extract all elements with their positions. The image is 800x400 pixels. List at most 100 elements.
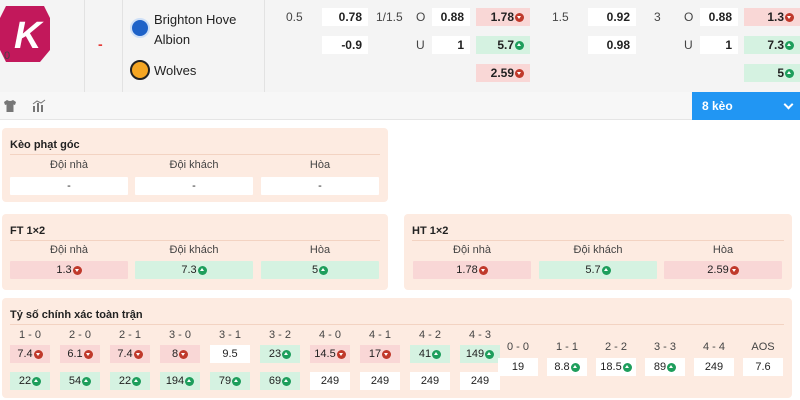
trend-up-icon	[570, 362, 580, 372]
corner-away-odds[interactable]: -	[135, 177, 253, 195]
away-header: Đội khách	[169, 159, 219, 171]
more-markets-button[interactable]: 8 kèo	[692, 92, 800, 120]
home-team-name[interactable]: Brighton Hove	[154, 12, 236, 27]
ou2-line: 3	[654, 10, 661, 24]
column-divider	[84, 0, 85, 92]
away-score-odds[interactable]: 22	[10, 372, 50, 390]
panel-title: HT 1×2	[412, 225, 449, 237]
away-score-odds[interactable]: 69	[260, 372, 300, 390]
ah-away-odds[interactable]: -0.9	[322, 36, 368, 54]
ou-over-odds[interactable]: 0.88	[432, 8, 470, 26]
home-score-odds[interactable]: 7.4	[10, 345, 50, 363]
ou-under-label: U	[416, 38, 425, 52]
home-score-odds[interactable]: 14.5	[310, 345, 350, 363]
draw-score-odds[interactable]: 89	[645, 358, 685, 376]
away-score-odds[interactable]: 79	[210, 372, 250, 390]
trend-up-icon	[232, 376, 242, 386]
ft-home-odds[interactable]: 1.3	[10, 261, 128, 279]
home-header: Đội nhà	[50, 159, 88, 171]
divider	[10, 324, 784, 325]
ah2-away-odds[interactable]: 0.98	[588, 36, 636, 54]
trend-down-icon	[336, 349, 346, 359]
match-row[interactable]: K 0 - Brighton Hove Albion Wolves 0.5 0.…	[0, 0, 800, 92]
score-label: 4 - 0	[318, 329, 341, 341]
home-score-odds[interactable]: 41	[410, 345, 450, 363]
away-team-name[interactable]: Wolves	[154, 63, 196, 78]
score-label: 3 - 0	[168, 329, 191, 341]
trend-up-icon	[485, 349, 495, 359]
x12-away-odds[interactable]: 5.7	[476, 36, 530, 54]
ah-line: 0.5	[286, 10, 303, 24]
divider	[10, 154, 380, 155]
chevron-down-icon	[783, 99, 794, 110]
ft-1x2-panel: FT 1×2 Đội nhà Đội khách Hòa 1.3 7.3 5	[2, 214, 388, 290]
home-score-odds[interactable]: 9.5	[210, 345, 250, 363]
score-label: 3 - 2	[268, 329, 291, 341]
trend-down-icon	[785, 12, 794, 22]
bar-chart-icon[interactable]	[32, 99, 46, 113]
svg-text:K: K	[14, 15, 44, 57]
x12b-draw-odds[interactable]: 5	[744, 64, 800, 82]
home-team-name-line2[interactable]: Albion	[154, 32, 190, 47]
x12-home-odds[interactable]: 1.78	[476, 8, 530, 26]
draw-score-odds[interactable]: 249	[694, 358, 734, 376]
jersey-icon[interactable]	[3, 99, 17, 113]
draw-score-odds[interactable]: 18.5	[596, 358, 636, 376]
match-toolbar	[0, 92, 800, 120]
home-score-odds[interactable]: 17	[360, 345, 400, 363]
score-label: 1 - 1	[555, 341, 578, 353]
panel-title: FT 1×2	[10, 225, 46, 237]
ou2-over-odds[interactable]: 0.88	[700, 8, 738, 26]
divider	[10, 240, 380, 241]
away-score-odds[interactable]: 249	[310, 372, 350, 390]
draw-score-odds[interactable]: 7.6	[743, 358, 783, 376]
more-markets-label: 8 kèo	[702, 99, 733, 113]
away-score-odds[interactable]: 194	[160, 372, 200, 390]
draw-score-odds[interactable]: 8.8	[547, 358, 587, 376]
away-score-odds[interactable]: 54	[60, 372, 100, 390]
ft-away-odds[interactable]: 7.3	[135, 261, 253, 279]
home-score-odds[interactable]: 7.4	[110, 345, 150, 363]
away-header: Đội khách	[573, 244, 623, 256]
draw-score-odds[interactable]: 19	[498, 358, 538, 376]
ht-draw-odds[interactable]: 2.59	[664, 261, 782, 279]
trend-down-icon	[33, 349, 43, 359]
home-header: Đội nhà	[453, 244, 491, 256]
trend-up-icon	[282, 376, 292, 386]
x12-draw-odds[interactable]: 2.59	[476, 64, 530, 82]
score-label: 2 - 1	[118, 329, 141, 341]
away-score-odds[interactable]: 22	[110, 372, 150, 390]
x12b-home-odds[interactable]: 1.3	[744, 8, 800, 26]
trend-down-icon	[382, 349, 392, 359]
ou-under-odds[interactable]: 1	[432, 36, 470, 54]
trend-up-icon	[432, 349, 442, 359]
away-score-odds[interactable]: 249	[460, 372, 500, 390]
draw-header: Hòa	[309, 244, 331, 256]
score-label: 4 - 3	[468, 329, 491, 341]
ou2-under-label: U	[684, 38, 693, 52]
x12b-away-odds[interactable]: 7.3	[744, 36, 800, 54]
ah2-home-odds[interactable]: 0.92	[588, 8, 636, 26]
score-label: 1 - 0	[18, 329, 41, 341]
trend-up-icon	[282, 349, 292, 359]
corner-draw-odds[interactable]: -	[261, 177, 379, 195]
draw-header: Hòa	[309, 159, 331, 171]
trend-up-icon	[785, 68, 794, 78]
ou2-under-odds[interactable]: 1	[700, 36, 738, 54]
ou2-over-label: O	[684, 10, 694, 24]
home-score-odds[interactable]: 23	[260, 345, 300, 363]
away-score-odds[interactable]: 249	[410, 372, 450, 390]
trend-down-icon	[83, 349, 93, 359]
trend-down-icon	[729, 265, 739, 275]
ah-home-odds[interactable]: 0.78	[322, 8, 368, 26]
away-score-odds[interactable]: 249	[360, 372, 400, 390]
home-score-odds[interactable]: 6.1	[60, 345, 100, 363]
trend-up-icon	[197, 265, 207, 275]
ht-away-odds[interactable]: 5.7	[539, 261, 657, 279]
ft-draw-odds[interactable]: 5	[261, 261, 379, 279]
home-score-odds[interactable]: 8	[160, 345, 200, 363]
home-score-odds[interactable]: 149	[460, 345, 500, 363]
corner-home-odds[interactable]: -	[10, 177, 128, 195]
score-label: 4 - 1	[368, 329, 391, 341]
ht-home-odds[interactable]: 1.78	[413, 261, 531, 279]
